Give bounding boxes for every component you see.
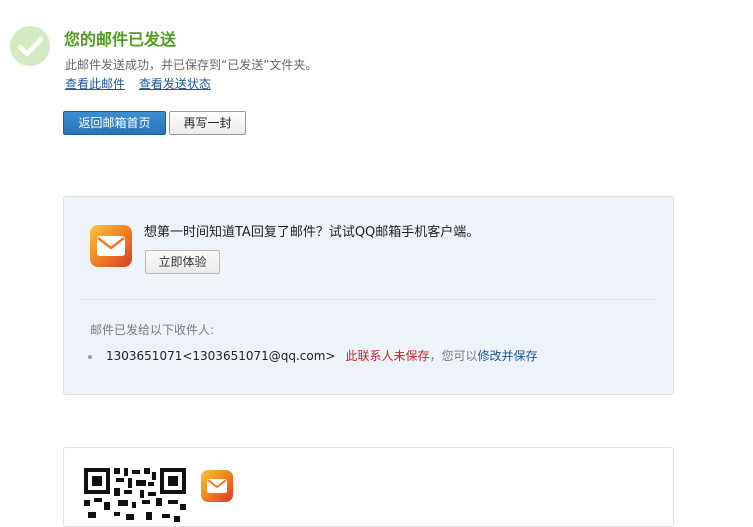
recipient-item: 1303651071<1303651071@qq.com> 此联系人未保存，您可以… [88, 348, 538, 364]
qr-code-icon [84, 468, 186, 522]
info-panel: 想第一时间知道TA回复了邮件？试试QQ邮箱手机客户端。 立即体验 邮件已发给以下… [63, 196, 674, 395]
page-title: 您的邮件已发送 [64, 30, 177, 49]
mobile-client-promo-text: 想第一时间知道TA回复了邮件？试试QQ邮箱手机客户端。 [144, 225, 480, 240]
recipients-label: 邮件已发给以下收件人: [90, 323, 215, 337]
view-send-status-link[interactable]: 查看发送状态 [139, 77, 211, 91]
contact-unsaved-status: 此联系人未保存 [345, 349, 430, 363]
checkmark-icon [10, 26, 50, 66]
header-links: 查看此邮件 查看发送状态 [65, 76, 221, 92]
qq-mail-app-icon [90, 225, 132, 267]
view-mail-link[interactable]: 查看此邮件 [65, 77, 125, 91]
divider [80, 299, 657, 300]
sent-confirmation-text: 此邮件发送成功，并已保存到“已发送”文件夹。 [65, 58, 318, 72]
save-hint-text: ，您可以 [429, 349, 478, 363]
back-to-inbox-button[interactable]: 返回邮箱首页 [63, 111, 166, 135]
download-panel [63, 447, 674, 527]
bullet-icon [88, 354, 92, 359]
recipient-address: 1303651071<1303651071@qq.com> [106, 349, 336, 363]
write-another-button[interactable]: 再写一封 [169, 111, 246, 135]
try-now-button[interactable]: 立即体验 [145, 250, 220, 274]
edit-and-save-link[interactable]: 修改并保存 [478, 349, 538, 363]
qq-mail-app-icon-small [201, 470, 233, 502]
